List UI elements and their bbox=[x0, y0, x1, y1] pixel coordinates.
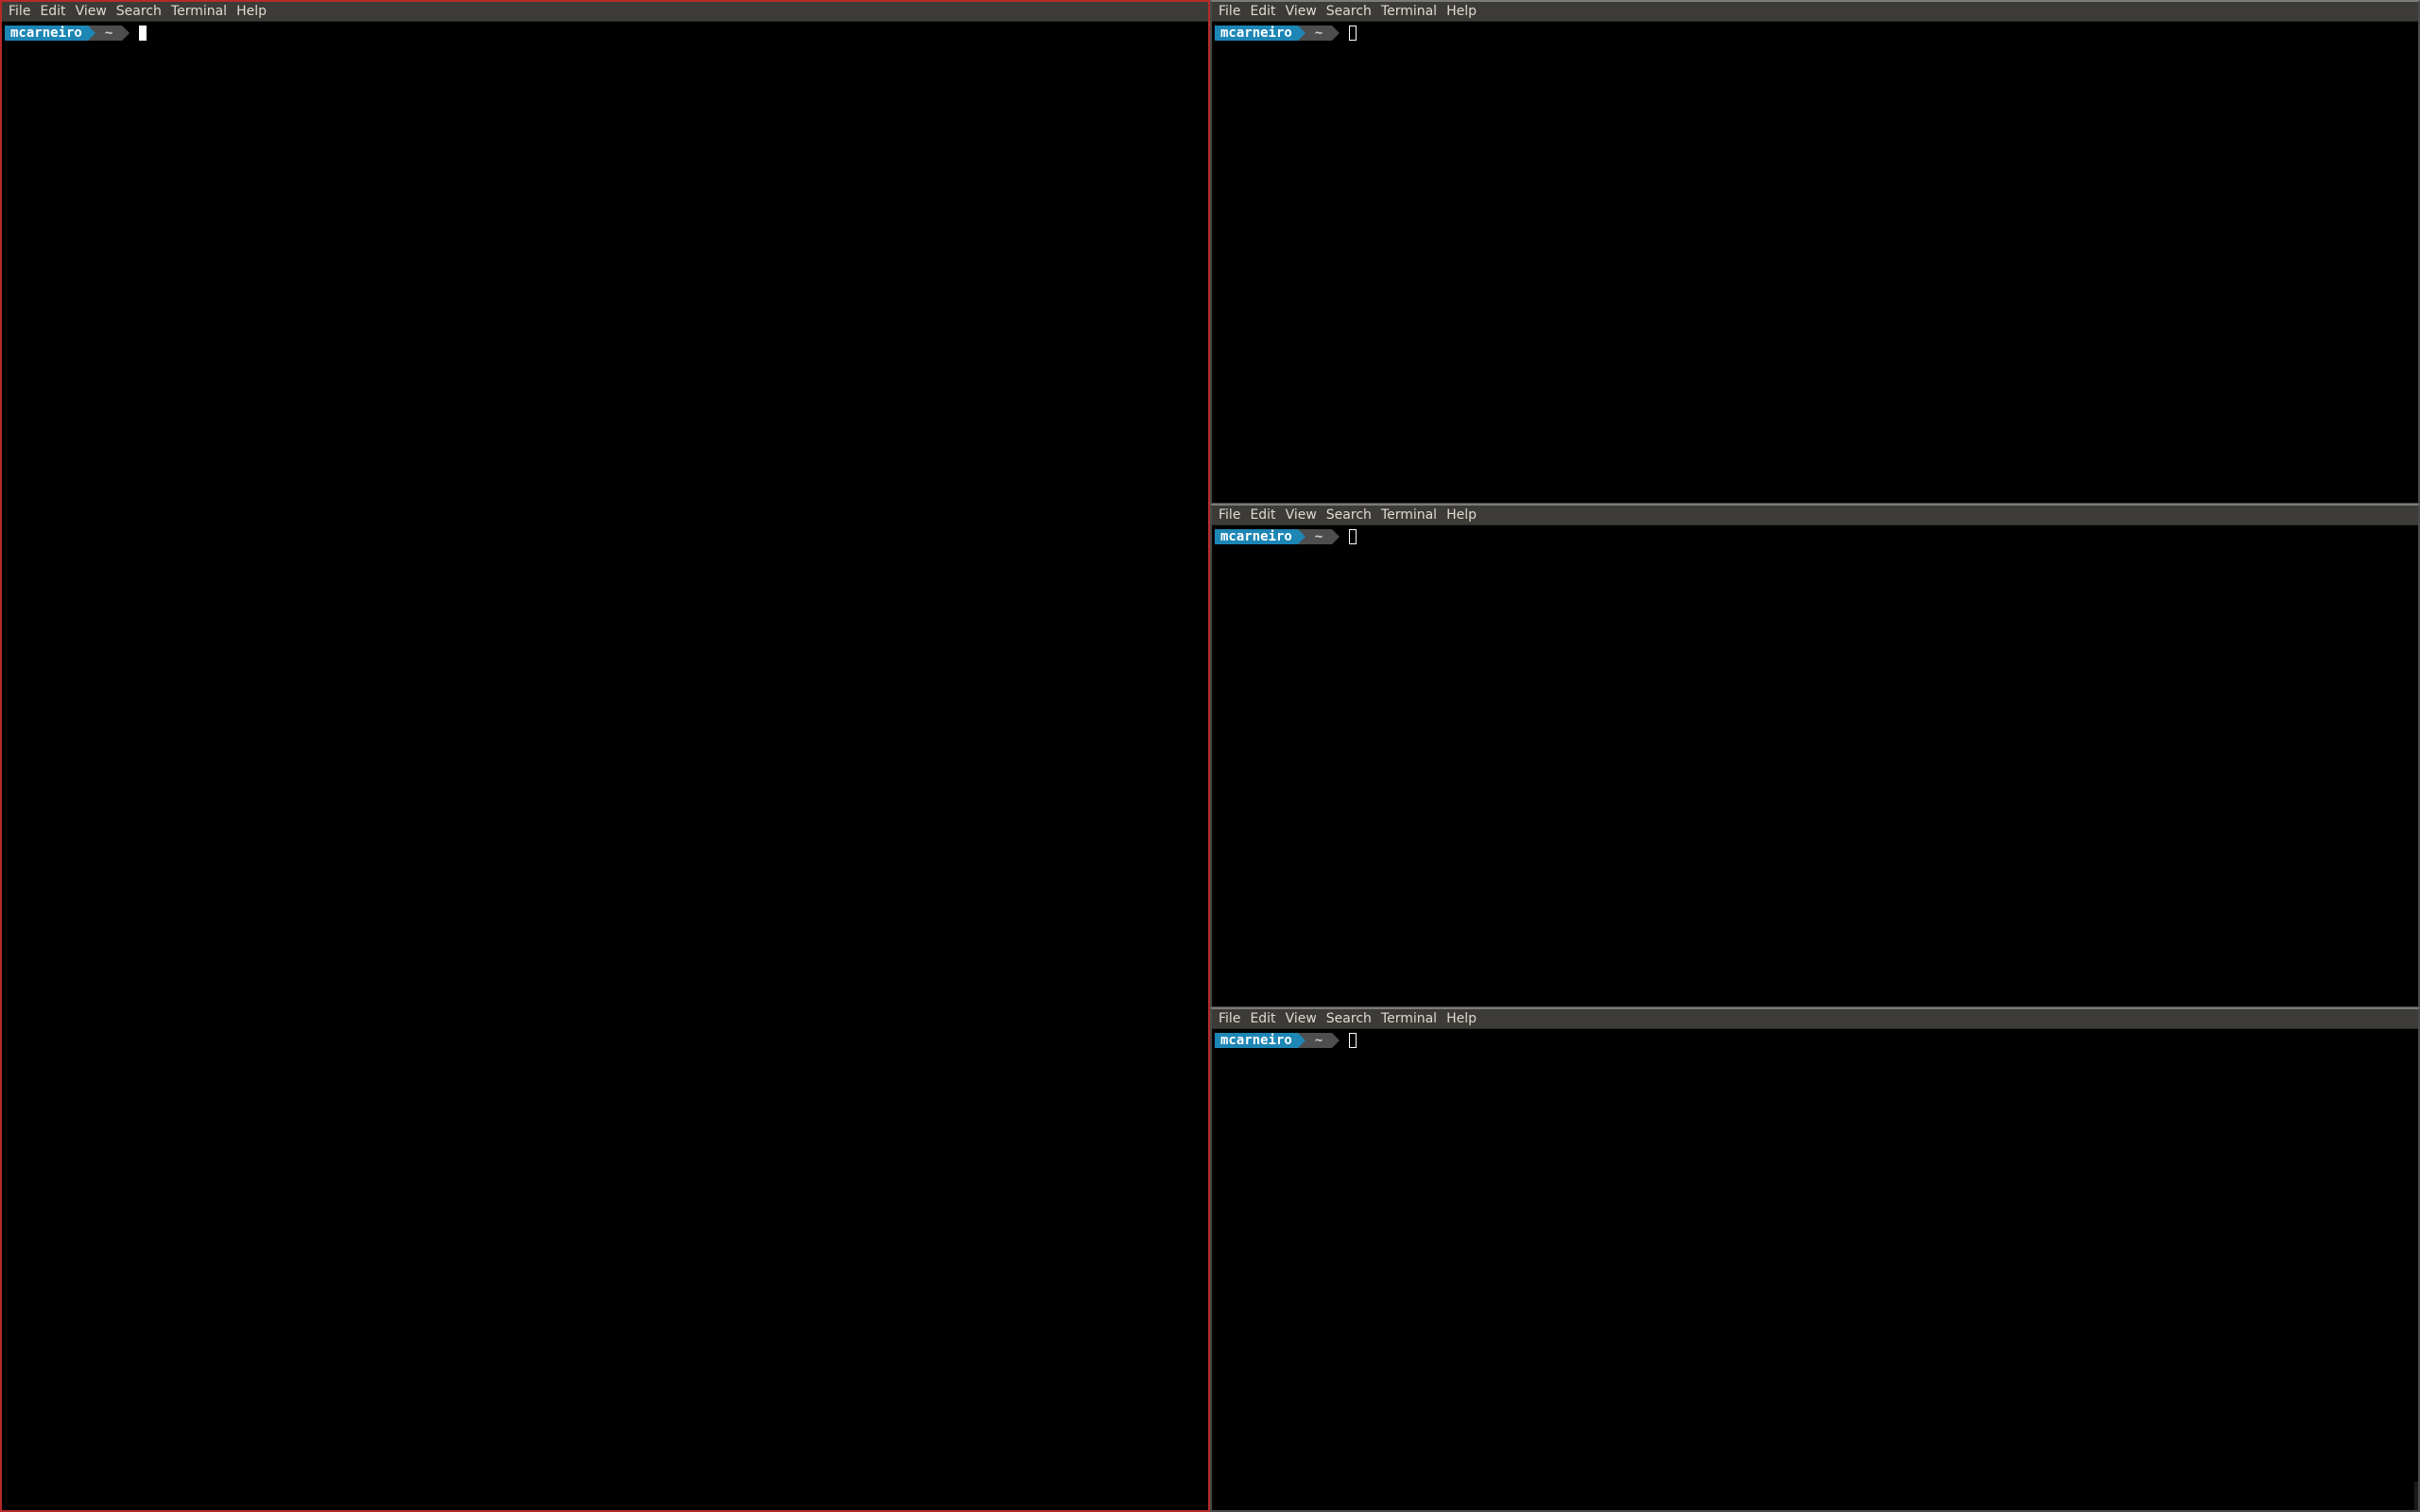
menu-terminal[interactable]: Terminal bbox=[1377, 1009, 1443, 1028]
menubar: File Edit View Search Terminal Help bbox=[1212, 506, 2418, 525]
text-cursor bbox=[139, 26, 147, 41]
powerline-separator-icon bbox=[1297, 26, 1305, 41]
menubar: File Edit View Search Terminal Help bbox=[1212, 1009, 2418, 1029]
menu-help[interactable]: Help bbox=[1443, 2, 1482, 21]
menu-file[interactable]: File bbox=[1215, 1009, 1246, 1028]
menu-view[interactable]: View bbox=[1282, 2, 1322, 21]
menubar: File Edit View Search Terminal Help bbox=[1212, 2, 2418, 22]
menu-edit[interactable]: Edit bbox=[1246, 1009, 1281, 1028]
text-cursor bbox=[1349, 26, 1357, 41]
shell-prompt: mcarneiro ~ bbox=[1215, 1032, 2415, 1049]
terminal-pane-left[interactable]: File Edit View Search Terminal Help mcar… bbox=[0, 0, 1210, 1512]
prompt-directory: ~ bbox=[1305, 26, 1333, 41]
text-cursor bbox=[1349, 1033, 1357, 1048]
menu-file[interactable]: File bbox=[1215, 506, 1246, 524]
powerline-separator-icon bbox=[122, 26, 130, 41]
text-cursor bbox=[1349, 529, 1357, 544]
menu-search[interactable]: Search bbox=[1322, 2, 1377, 21]
prompt-user: mcarneiro bbox=[1215, 529, 1298, 544]
menu-file[interactable]: File bbox=[5, 2, 36, 21]
shell-prompt: mcarneiro ~ bbox=[1215, 528, 2415, 545]
prompt-directory: ~ bbox=[95, 26, 123, 41]
menu-terminal[interactable]: Terminal bbox=[1377, 2, 1443, 21]
powerline-separator-icon bbox=[1332, 26, 1340, 41]
menu-help[interactable]: Help bbox=[1443, 506, 1482, 524]
terminal-screen[interactable]: mcarneiro ~ bbox=[1212, 22, 2418, 42]
menu-search[interactable]: Search bbox=[1322, 506, 1377, 524]
prompt-directory: ~ bbox=[1305, 529, 1333, 544]
terminator-window: File Edit View Search Terminal Help mcar… bbox=[0, 0, 2420, 1512]
menu-search[interactable]: Search bbox=[1322, 1009, 1377, 1028]
powerline-separator-icon bbox=[87, 26, 95, 41]
menu-view[interactable]: View bbox=[72, 2, 112, 21]
menu-terminal[interactable]: Terminal bbox=[167, 2, 233, 21]
menu-view[interactable]: View bbox=[1282, 1009, 1322, 1028]
menu-help[interactable]: Help bbox=[233, 2, 272, 21]
powerline-separator-icon bbox=[1297, 1033, 1305, 1048]
terminal-pane-middle-right[interactable]: File Edit View Search Terminal Help mcar… bbox=[1210, 504, 2420, 1008]
powerline-separator-icon bbox=[1332, 529, 1340, 544]
shell-prompt: mcarneiro ~ bbox=[5, 25, 1205, 42]
powerline-separator-icon bbox=[1297, 529, 1305, 544]
prompt-user: mcarneiro bbox=[5, 26, 88, 41]
menu-file[interactable]: File bbox=[1215, 2, 1246, 21]
menubar: File Edit View Search Terminal Help bbox=[2, 2, 1208, 22]
menu-view[interactable]: View bbox=[1282, 506, 1322, 524]
terminal-screen[interactable]: mcarneiro ~ bbox=[2, 22, 1208, 42]
menu-help[interactable]: Help bbox=[1443, 1009, 1482, 1028]
terminal-pane-bottom-right[interactable]: File Edit View Search Terminal Help mcar… bbox=[1210, 1007, 2420, 1512]
menu-edit[interactable]: Edit bbox=[36, 2, 71, 21]
powerline-separator-icon bbox=[1332, 1033, 1340, 1048]
shell-prompt: mcarneiro ~ bbox=[1215, 25, 2415, 42]
terminal-screen[interactable]: mcarneiro ~ bbox=[1212, 1029, 2418, 1049]
menu-terminal[interactable]: Terminal bbox=[1377, 506, 1443, 524]
prompt-user: mcarneiro bbox=[1215, 1033, 1298, 1048]
menu-edit[interactable]: Edit bbox=[1246, 2, 1281, 21]
prompt-user: mcarneiro bbox=[1215, 26, 1298, 41]
resize-grip[interactable] bbox=[2414, 1482, 2418, 1510]
terminal-screen[interactable]: mcarneiro ~ bbox=[1212, 525, 2418, 545]
prompt-directory: ~ bbox=[1305, 1033, 1333, 1048]
menu-search[interactable]: Search bbox=[112, 2, 167, 21]
menu-edit[interactable]: Edit bbox=[1246, 506, 1281, 524]
terminal-pane-top-right[interactable]: File Edit View Search Terminal Help mcar… bbox=[1210, 0, 2420, 505]
